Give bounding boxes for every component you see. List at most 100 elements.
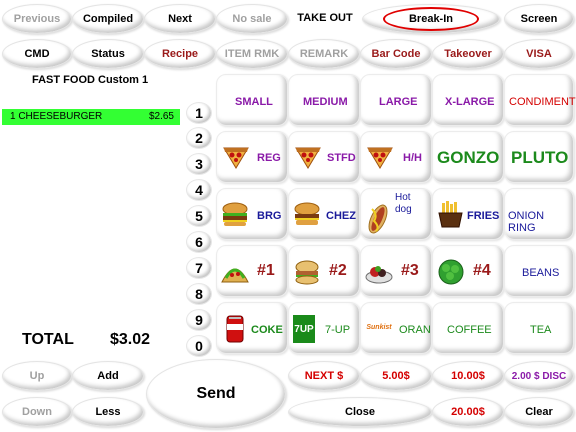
fries-button[interactable]: FRIES	[432, 188, 504, 240]
hotdog-button[interactable]: Hot dog	[360, 188, 432, 240]
pluto-button[interactable]: PLUTO	[504, 131, 574, 183]
condiment-label: CONDIMENT	[509, 96, 576, 108]
condiment-button[interactable]: CONDIMENT	[504, 74, 576, 126]
break-in-button[interactable]: Break-In	[362, 4, 500, 34]
next-amount-label: NEXT $	[304, 370, 344, 382]
order-header: FAST FOOD Custom 1	[32, 74, 149, 86]
twenty-dollar-button[interactable]: 20.00$	[432, 397, 504, 427]
size-large-label: LARGE	[379, 96, 418, 108]
tea-button[interactable]: TEA	[504, 302, 574, 354]
onion-ring-button[interactable]: ONION RING	[504, 188, 574, 240]
item-remark-button[interactable]: ITEM RMK	[216, 39, 288, 69]
order-item-price: $2.65	[148, 111, 174, 122]
compiled-label: Compiled	[82, 13, 134, 25]
twenty-dollar-label: 20.00$	[451, 406, 485, 418]
down-button[interactable]: Down	[2, 397, 72, 427]
item-remark-label: ITEM RMK	[224, 48, 280, 60]
five-dollar-button[interactable]: 5.00$	[360, 361, 432, 391]
send-label: Send	[196, 385, 236, 402]
down-label: Down	[22, 406, 52, 418]
close-button[interactable]: Close	[288, 397, 432, 427]
takeover-button[interactable]: Takeover	[432, 39, 504, 69]
burger-button[interactable]: BRG	[216, 188, 288, 240]
gonzo-label: GONZO	[437, 148, 500, 167]
cheeseburger-label: CHEZ	[326, 210, 356, 222]
up-label: Up	[29, 370, 45, 382]
next-amount-button[interactable]: NEXT $	[288, 361, 360, 391]
discount-button[interactable]: 2.00 $ DISC	[504, 361, 574, 391]
beans-button[interactable]: BEANS	[504, 245, 574, 297]
compiled-button[interactable]: Compiled	[72, 4, 144, 34]
pizza-reg-label: REG	[257, 152, 281, 164]
clear-button[interactable]: Clear	[504, 397, 574, 427]
keypad-8[interactable]: 8	[186, 283, 212, 305]
discount-label: 2.00 $ DISC	[511, 370, 567, 382]
keypad-7[interactable]: 7	[186, 257, 212, 279]
combo-2-button[interactable]: #2	[288, 245, 360, 297]
sandwich-icon	[295, 260, 319, 285]
seven-up-button[interactable]: 7UP 7-UP	[288, 302, 360, 354]
order-item-name: 1 CHEESEBURGER	[10, 111, 103, 122]
add-label: Add	[97, 370, 119, 382]
fries-icon	[438, 201, 463, 228]
keypad-3[interactable]: 3	[186, 153, 212, 175]
keypad-5[interactable]: 5	[186, 205, 212, 227]
screen-button[interactable]: Screen	[504, 4, 574, 34]
tea-label: TEA	[530, 324, 552, 336]
pizza-reg-button[interactable]: REG	[216, 131, 288, 183]
sunkist-icon: Sunkist	[363, 320, 395, 334]
keypad-0[interactable]: 0	[186, 335, 212, 357]
size-small-button[interactable]: SMALL	[216, 74, 288, 126]
recipe-button[interactable]: Recipe	[144, 39, 216, 69]
pluto-label: PLUTO	[511, 148, 569, 167]
next-button[interactable]: Next	[144, 4, 216, 34]
size-medium-button[interactable]: MEDIUM	[288, 74, 360, 126]
visa-button[interactable]: VISA	[504, 39, 574, 69]
remark-button[interactable]: REMARK	[288, 39, 360, 69]
bar-code-button[interactable]: Bar Code	[360, 39, 432, 69]
previous-button[interactable]: Previous	[2, 4, 72, 34]
coffee-button[interactable]: COFFEE	[432, 302, 504, 354]
beans-label: BEANS	[522, 267, 560, 279]
burger-icon	[222, 202, 248, 226]
no-sale-button[interactable]: No sale	[216, 4, 288, 34]
add-button[interactable]: Add	[72, 361, 144, 391]
gonzo-button[interactable]: GONZO	[432, 131, 504, 183]
up-button[interactable]: Up	[2, 361, 72, 391]
size-large-button[interactable]: LARGE	[360, 74, 432, 126]
status-button[interactable]: Status	[72, 39, 144, 69]
seven-up-icon: 7UP	[293, 315, 315, 343]
combo-4-button[interactable]: #4	[432, 245, 504, 297]
five-dollar-label: 5.00$	[382, 370, 410, 382]
coke-button[interactable]: COKE	[216, 302, 288, 354]
order-item-row[interactable]: 1 CHEESEBURGER $2.65	[2, 109, 180, 125]
onion-ring-label: ONION RING	[508, 210, 545, 234]
send-button[interactable]: Send	[146, 359, 286, 429]
size-medium-label: MEDIUM	[303, 96, 348, 108]
less-button[interactable]: Less	[72, 397, 144, 427]
keypad-2[interactable]: 2	[186, 127, 212, 149]
keypad-4[interactable]: 4	[186, 179, 212, 201]
takeover-label: Takeover	[444, 48, 492, 60]
pizza-half-half-button[interactable]: H/H	[360, 131, 432, 183]
pizza-slice-icon	[223, 147, 249, 169]
keypad-6[interactable]: 6	[186, 231, 212, 253]
cheeseburger-button[interactable]: CHEZ	[288, 188, 360, 240]
ten-dollar-button[interactable]: 10.00$	[432, 361, 504, 391]
keypad-9[interactable]: 9	[186, 309, 212, 331]
combo-3-button[interactable]: #3	[360, 245, 432, 297]
pizza-stuffed-button[interactable]: STFD	[288, 131, 360, 183]
hotdog-label: Hot dog	[395, 192, 412, 215]
close-label: Close	[345, 406, 375, 418]
taco-icon	[221, 268, 249, 283]
size-xlarge-button[interactable]: X-LARGE	[432, 74, 504, 126]
orange-soda-button[interactable]: Sunkist ORAN	[360, 302, 432, 354]
keypad-1[interactable]: 1	[186, 102, 212, 124]
combo-2-label: #2	[329, 262, 347, 279]
cmd-button[interactable]: CMD	[2, 39, 72, 69]
size-xlarge-label: X-LARGE	[445, 96, 495, 108]
size-small-label: SMALL	[235, 96, 273, 108]
combo-1-button[interactable]: #1	[216, 245, 288, 297]
coffee-label: COFFEE	[447, 324, 492, 336]
less-label: Less	[95, 406, 121, 418]
